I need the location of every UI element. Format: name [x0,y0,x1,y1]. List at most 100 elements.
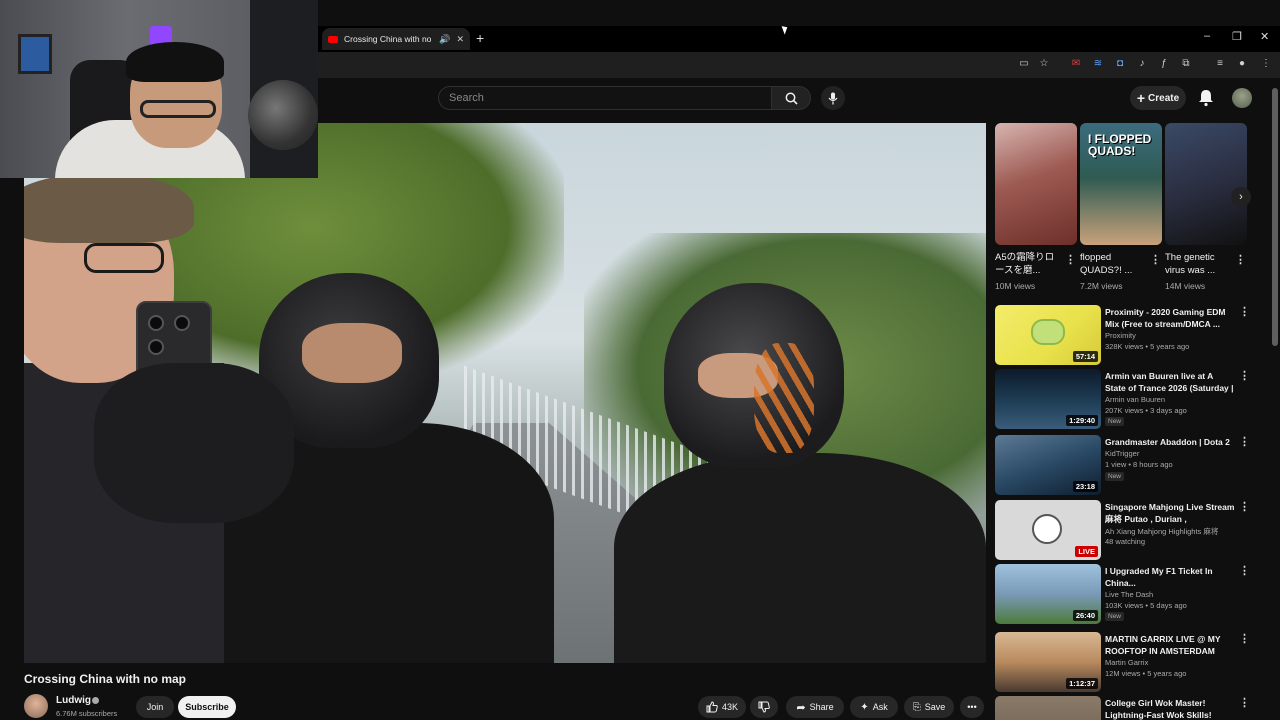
media-control-icon[interactable]: ≡ [1214,58,1226,70]
account-avatar[interactable] [1232,88,1252,108]
video-title[interactable]: Singapore Mahjong Live Stream 麻将 Putao ,… [1105,501,1235,525]
close-window-button[interactable]: ✕ [1260,30,1269,43]
video-title[interactable]: Armin van Buuren live at A State of Tran… [1105,370,1235,394]
more-vertical-icon[interactable]: ⋮ [1150,253,1161,266]
more-actions-button[interactable]: ••• [960,696,984,718]
recommendation-item[interactable]: 1:29:40 Armin van Buuren live at A State… [995,369,1255,429]
more-vertical-icon[interactable]: ⋮ [1065,253,1076,266]
video-thumbnail[interactable]: 26:40 [995,564,1101,624]
voice-search-button[interactable] [821,86,845,110]
duration-badge: 1:29:40 [1066,415,1098,426]
new-badge: New [1105,472,1125,481]
more-vertical-icon[interactable]: ⋮ [1239,500,1250,513]
subscribe-button[interactable]: Subscribe [178,696,236,718]
dislike-button[interactable] [750,696,778,718]
channel-name[interactable]: Armin van Buuren [1105,395,1235,404]
join-button[interactable]: Join [136,696,174,718]
video-thumbnail[interactable]: 57:14 [995,305,1101,365]
more-vertical-icon[interactable]: ⋮ [1239,369,1250,382]
short-item[interactable]: I FLOPPED QUADS! flopped QUADS?! ... 7.2M… [1080,123,1162,298]
recommendation-item[interactable]: 26:40 I Upgraded My F1 Ticket In China..… [995,564,1255,624]
duration-badge: 23:18 [1072,481,1098,492]
short-thumbnail[interactable]: I FLOPPED QUADS! [1080,123,1162,245]
video-thumbnail[interactable]: 1:12:37 [995,632,1101,692]
channel-name[interactable]: Live The Dash [1105,590,1235,599]
recommendation-item[interactable]: LIVE Singapore Mahjong Live Stream 麻将 Pu… [995,500,1255,560]
page-scrollbar[interactable] [1272,88,1278,346]
short-title[interactable]: The genetic virus was ... [1165,251,1233,277]
search-icon [785,92,798,105]
extension-script-icon[interactable]: ƒ [1158,58,1170,70]
short-thumbnail[interactable] [1165,123,1247,245]
like-count: 43K [721,702,738,712]
browser-menu-icon[interactable]: ⋮ [1260,58,1272,70]
extension-audio-icon[interactable]: ≋ [1092,58,1104,70]
more-vertical-icon[interactable]: ⋮ [1239,632,1250,645]
short-title[interactable]: flopped QUADS?! ... [1080,251,1148,277]
close-tab-icon[interactable]: ✕ [456,34,464,45]
video-thumbnail[interactable]: 23:18 [995,435,1101,495]
short-item[interactable]: A5の霜降りロースを磨... 10M views ⋮ [995,123,1077,298]
search-button[interactable] [771,86,811,110]
recommendation-item[interactable]: 1:12:37 MARTIN GARRIX LIVE @ MY ROOFTOP … [995,632,1255,692]
extension-mail-icon[interactable]: ✉ [1070,58,1082,70]
microphone [248,80,318,150]
video-meta: 103K views • 5 days ago [1105,601,1187,610]
create-button[interactable]: + Create [1130,86,1186,110]
minimize-button[interactable]: – [1204,30,1210,42]
like-button[interactable]: 43K [698,696,746,718]
cast-icon[interactable]: ▭ [1018,58,1030,70]
channel-avatar[interactable] [24,694,48,718]
short-thumbnail-caption: I FLOPPED QUADS! [1088,132,1152,158]
restore-button[interactable]: ❐ [1232,30,1242,43]
duration-badge: 1:12:37 [1066,678,1098,689]
video-title[interactable]: Proximity - 2020 Gaming EDM Mix (Free to… [1105,306,1235,330]
recommendation-item[interactable]: 57:14 Proximity - 2020 Gaming EDM Mix (F… [995,305,1255,365]
video-title[interactable]: I Upgraded My F1 Ticket In China... [1105,565,1235,589]
more-vertical-icon[interactable]: ⋮ [1239,435,1250,448]
bookmark-icon: ⎘ [912,701,921,713]
search-input[interactable]: Search [438,86,772,110]
more-vertical-icon[interactable]: ⋮ [1239,564,1250,577]
more-vertical-icon[interactable]: ⋮ [1239,696,1250,709]
channel-name[interactable]: Ah Xiang Mahjong Highlights 麻将 [1105,526,1235,537]
bookmark-star-icon[interactable]: ☆ [1038,58,1050,70]
youtube-favicon-icon [328,35,338,43]
new-tab-button[interactable]: + [476,30,484,46]
short-views: 14M views [1165,281,1206,291]
short-item[interactable]: The genetic virus was ... 14M views ⋮ [1165,123,1247,298]
video-title[interactable]: MARTIN GARRIX LIVE @ MY ROOFTOP IN AMSTE… [1105,633,1235,657]
share-button[interactable]: ➦ Share [786,696,844,718]
subscriber-count: 6.76M subscribers [56,709,118,718]
channel-name[interactable]: Proximity [1105,331,1235,340]
recommendation-item[interactable]: College Girl Wok Master! Lightning-Fast … [995,696,1255,720]
more-vertical-icon[interactable]: ⋮ [1239,305,1250,318]
extensions-puzzle-icon[interactable]: ⧉ [1180,58,1192,70]
video-title[interactable]: College Girl Wok Master! Lightning-Fast … [1105,697,1235,720]
volume-extension-icon[interactable]: ♪ [1136,58,1148,70]
video-thumbnail[interactable]: LIVE [995,500,1101,560]
screen: Crossing China with no map 🔊 ✕ + – ❐ ✕ ▭… [0,0,1280,720]
channel-name[interactable]: Ludwig [56,695,91,706]
video-player[interactable] [24,123,986,663]
save-button[interactable]: ⎘ Save [904,696,954,718]
speaker-icon[interactable]: 🔊 [439,34,450,45]
channel-name[interactable]: Martin Garrix [1105,658,1235,667]
browser-tab[interactable]: Crossing China with no map 🔊 ✕ [322,28,470,50]
video-thumbnail[interactable] [995,696,1101,720]
notifications-bell-icon[interactable] [1198,89,1214,107]
short-title[interactable]: A5の霜降りロースを磨... [995,251,1063,277]
channel-name[interactable]: KidTrigger [1105,449,1235,458]
create-label: Create [1148,92,1180,104]
video-title[interactable]: Grandmaster Abaddon | Dota 2 [1105,436,1235,448]
profile-icon[interactable]: ● [1236,58,1248,70]
shorts-shelf: A5の霜降りロースを磨... 10M views ⋮ I FLOPPED QUAD… [995,123,1251,298]
video-thumbnail[interactable]: 1:29:40 [995,369,1101,429]
ask-button[interactable]: ✦ Ask [850,696,898,718]
short-thumbnail[interactable] [995,123,1077,245]
chevron-right-icon[interactable]: › [1231,187,1251,207]
recommendation-item[interactable]: 23:18 Grandmaster Abaddon | Dota 2 KidTr… [995,435,1255,495]
more-vertical-icon[interactable]: ⋮ [1235,253,1246,266]
extension-shield-icon[interactable]: ◘ [1114,58,1126,70]
microphone-icon [828,92,838,104]
